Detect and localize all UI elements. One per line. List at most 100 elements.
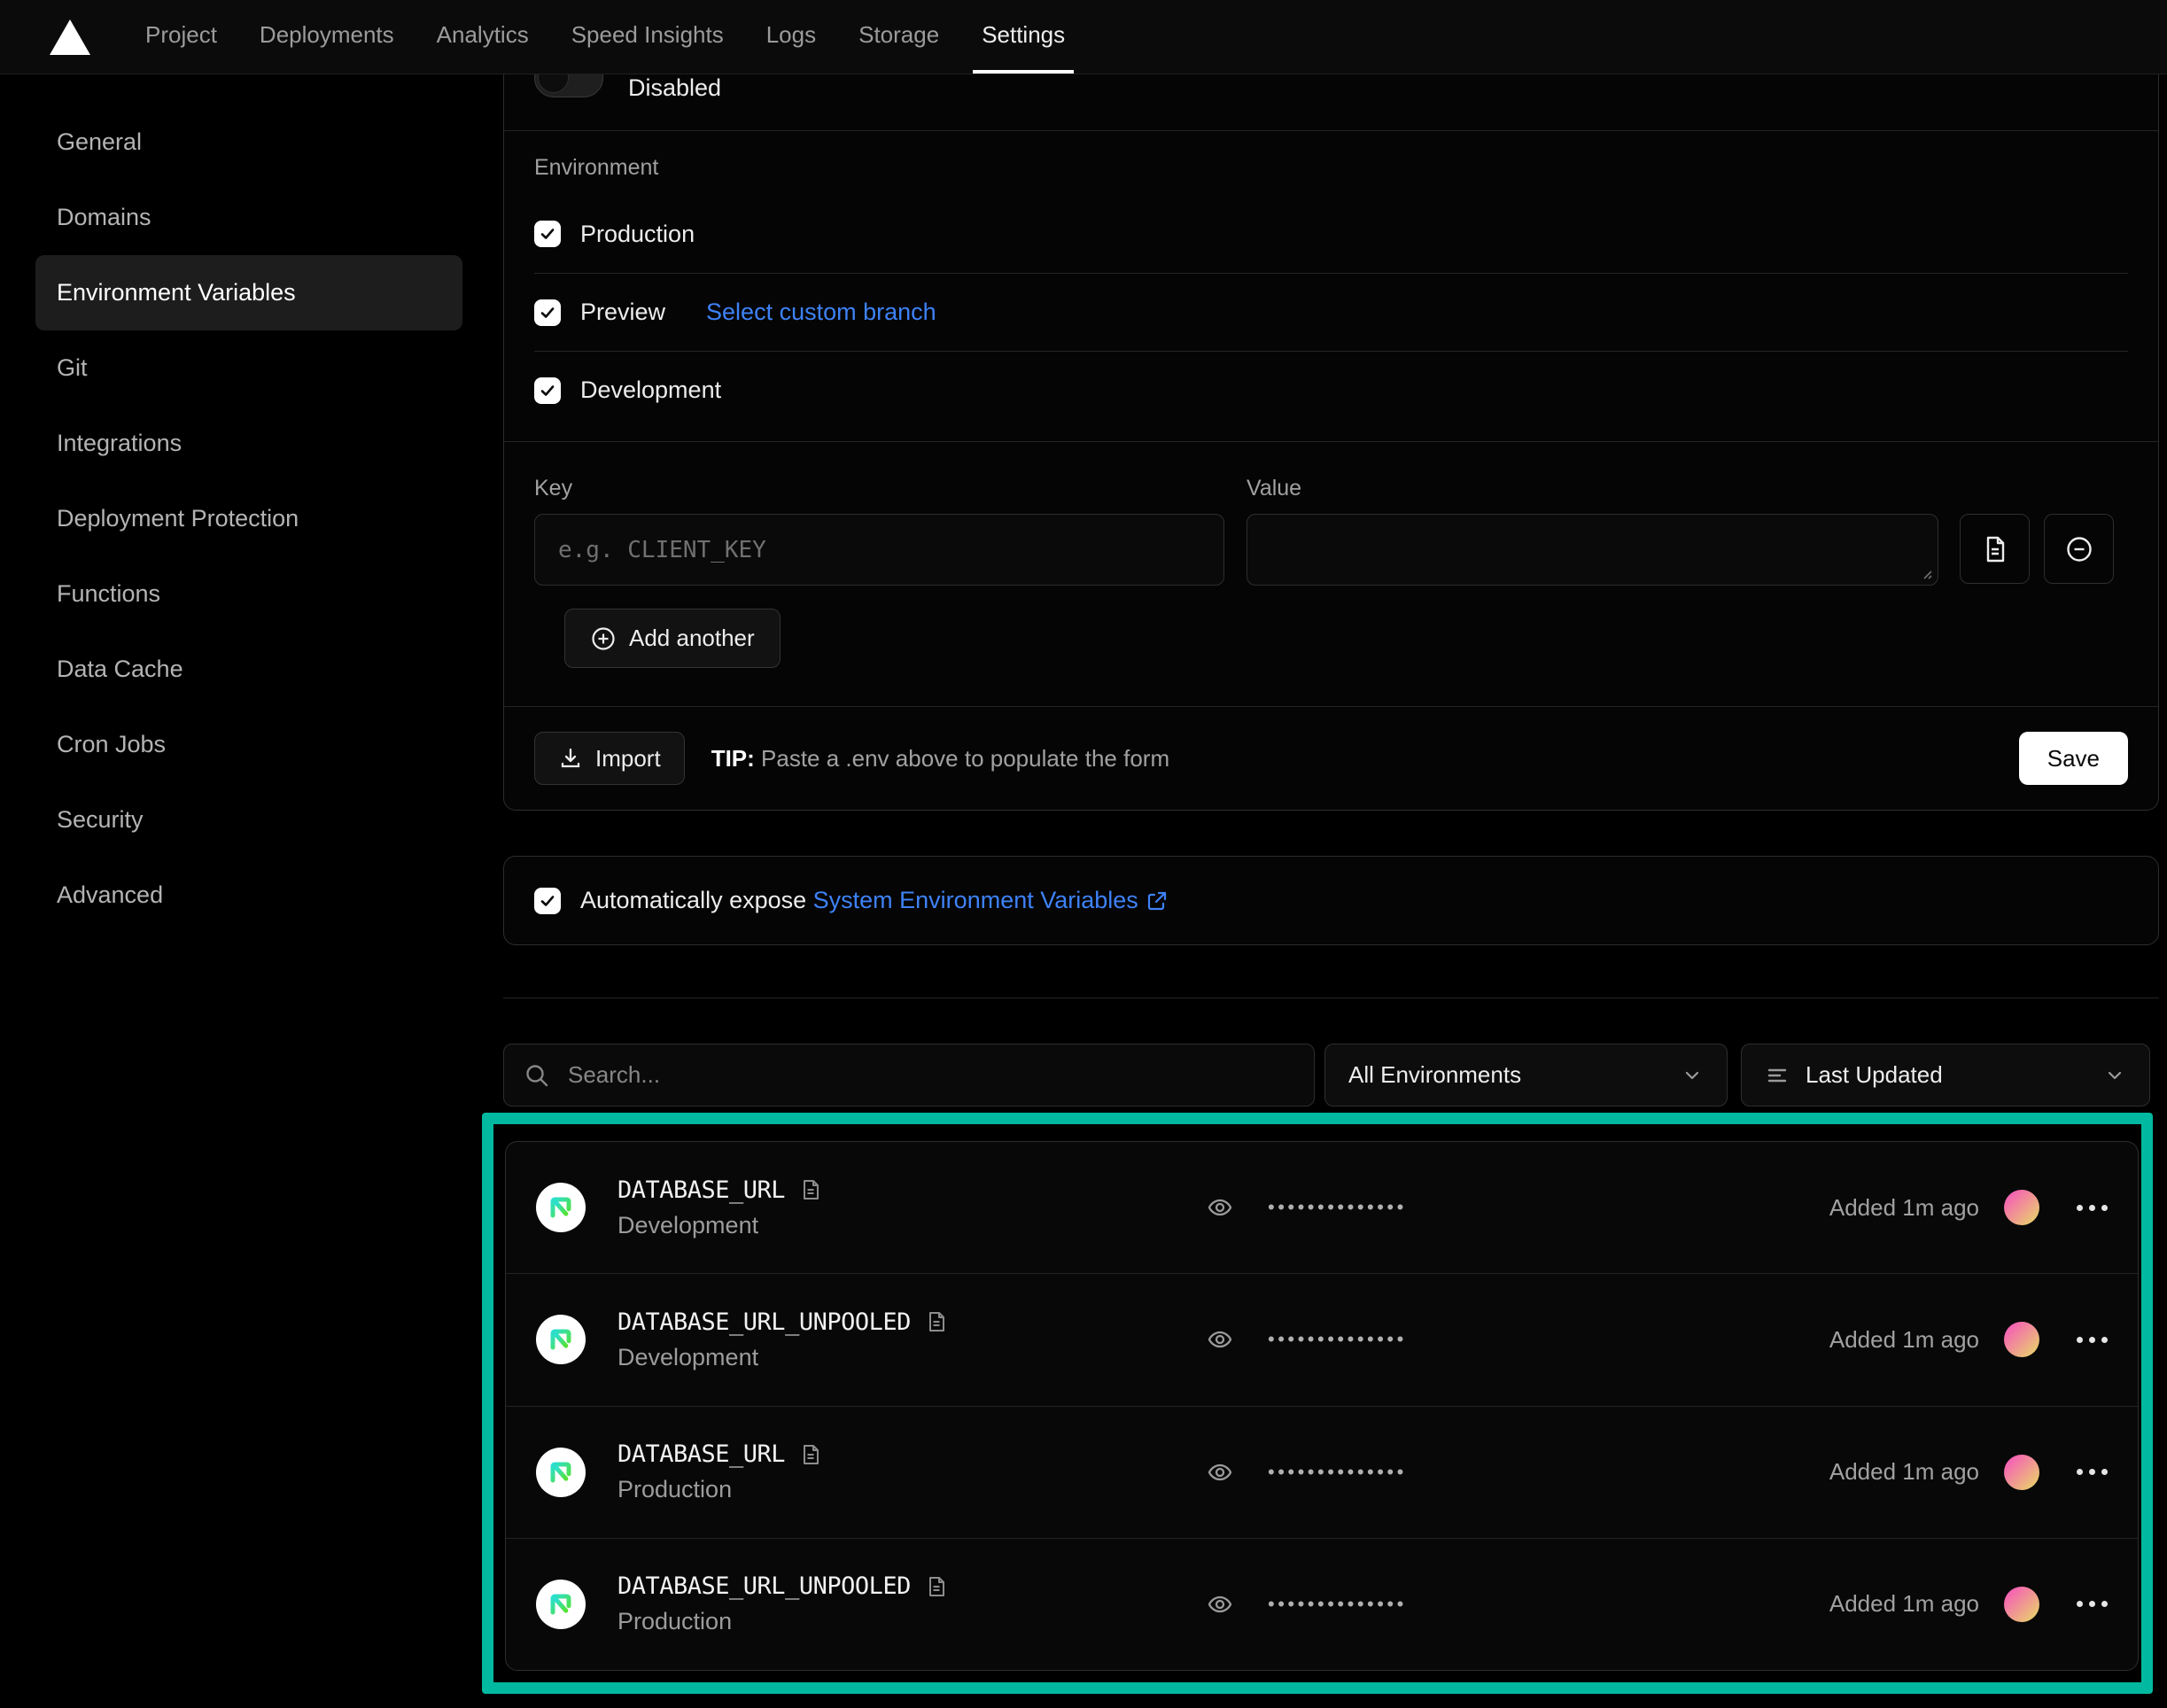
import-label: Import [595,745,661,772]
env-var-row[interactable]: DATABASE_URL_UNPOOLED Development ••••••… [506,1273,2138,1405]
tip-text: TIP: Paste a .env above to populate the … [711,745,1169,772]
download-icon [558,746,583,771]
sidebar-item-functions[interactable]: Functions [35,556,462,632]
sidebar-item-general[interactable]: General [35,105,462,180]
nav-tab-speed-insights[interactable]: Speed Insights [563,0,733,74]
sidebar-item-data-cache[interactable]: Data Cache [35,632,462,707]
sort-value: Last Updated [1806,1061,1943,1089]
masked-value: •••••••••••••• [1206,1325,1407,1354]
file-text-icon[interactable] [799,1178,822,1201]
eye-icon[interactable] [1206,1458,1234,1487]
check-icon [539,892,556,910]
environment-checkbox[interactable] [534,221,561,247]
select-custom-branch-link[interactable]: Select custom branch [706,299,936,326]
nav-tab-analytics[interactable]: Analytics [428,0,538,74]
neon-integration-avatar [536,1580,586,1629]
env-var-names: DATABASE_URL_UNPOOLED Production [617,1572,1206,1635]
neon-logo-icon [545,1324,577,1355]
expose-checkbox[interactable] [534,888,561,914]
sort-dropdown[interactable]: Last Updated [1741,1044,2150,1106]
environment-checkbox-row: Development [534,351,2128,429]
sidebar-item-deployment-protection[interactable]: Deployment Protection [35,481,462,556]
masked-value: •••••••••••••• [1206,1193,1407,1222]
nav-tab-storage[interactable]: Storage [850,0,948,74]
env-var-form-panel: Disabled Environment Production Preview … [503,74,2159,811]
sidebar-item-git[interactable]: Git [35,330,462,406]
save-button[interactable]: Save [2019,732,2128,785]
env-var-row[interactable]: DATABASE_URL_UNPOOLED Production •••••••… [506,1538,2138,1670]
sidebar-item-cron-jobs[interactable]: Cron Jobs [35,707,462,782]
sidebar-item-domains[interactable]: Domains [35,180,462,255]
row-menu-ellipsis-icon[interactable] [2077,1469,2108,1475]
environment-checkbox-label: Preview [580,299,665,326]
key-input[interactable] [534,514,1224,586]
add-another-button[interactable]: Add another [564,609,781,668]
row-menu-ellipsis-icon[interactable] [2077,1337,2108,1343]
chevron-down-icon [2103,1064,2126,1087]
user-avatar[interactable] [2004,1190,2039,1225]
nav-tab-logs[interactable]: Logs [757,0,825,74]
nav-tab-settings[interactable]: Settings [973,0,1074,74]
user-avatar[interactable] [2004,1455,2039,1490]
sidebar-item-advanced[interactable]: Advanced [35,858,462,933]
settings-sidebar: GeneralDomainsEnvironment VariablesGitIn… [35,105,462,933]
environment-filter-value: All Environments [1348,1061,1521,1089]
value-input[interactable] [1247,515,1938,585]
added-time: Added 1m ago [1829,1194,1979,1222]
form-footer: Import TIP: Paste a .env above to popula… [504,706,2158,810]
eye-icon[interactable] [1206,1590,1234,1619]
remove-row-button[interactable] [2044,514,2114,584]
file-text-icon[interactable] [925,1310,948,1333]
eye-icon[interactable] [1206,1193,1234,1222]
row-menu-ellipsis-icon[interactable] [2077,1601,2108,1607]
row-meta: Added 1m ago [1829,1455,2108,1490]
sort-lines-icon [1765,1063,1790,1088]
masked-value: •••••••••••••• [1206,1590,1407,1619]
env-var-name: DATABASE_URL [617,1176,785,1204]
import-button[interactable]: Import [534,732,685,785]
environment-filter-dropdown[interactable]: All Environments [1324,1044,1728,1106]
sidebar-item-security[interactable]: Security [35,782,462,858]
vercel-triangle-icon [50,19,90,55]
vercel-logo[interactable] [50,0,90,74]
external-link-icon [1146,889,1169,912]
added-time: Added 1m ago [1829,1326,1979,1354]
env-var-environment: Production [617,1476,1206,1503]
env-var-name: DATABASE_URL_UNPOOLED [617,1572,911,1600]
file-text-icon[interactable] [799,1443,822,1466]
expose-text: Automatically expose System Environment … [580,887,1169,914]
row-menu-ellipsis-icon[interactable] [2077,1205,2108,1211]
file-text-icon[interactable] [925,1575,948,1598]
environment-label: Environment [534,154,2128,181]
env-var-names: DATABASE_URL Production [617,1440,1206,1503]
value-input-box [1247,514,1938,586]
environment-checkbox-label: Production [580,221,695,248]
disabled-toggle[interactable] [534,74,603,97]
environment-checkbox[interactable] [534,299,561,326]
key-label: Key [534,476,1247,501]
toggle-row: Disabled [504,74,2158,131]
user-avatar[interactable] [2004,1587,2039,1622]
check-icon [539,225,556,243]
nav-tab-deployments[interactable]: Deployments [251,0,403,74]
sidebar-item-environment-variables[interactable]: Environment Variables [35,255,462,330]
environment-checkbox[interactable] [534,377,561,404]
env-var-environment: Development [617,1212,1206,1239]
user-avatar[interactable] [2004,1322,2039,1357]
nav-tab-project[interactable]: Project [136,0,226,74]
search-input[interactable] [566,1060,1294,1090]
env-var-row[interactable]: DATABASE_URL Production •••••••••••••• A… [506,1406,2138,1538]
env-var-names: DATABASE_URL_UNPOOLED Development [617,1308,1206,1371]
plus-circle-icon [590,625,617,652]
system-env-vars-link[interactable]: System Environment Variables [813,887,1169,914]
sidebar-item-integrations[interactable]: Integrations [35,406,462,481]
added-time: Added 1m ago [1829,1458,1979,1486]
eye-icon[interactable] [1206,1325,1234,1354]
expose-panel: Automatically expose System Environment … [503,856,2159,945]
resize-grip-icon[interactable] [1919,566,1933,580]
paste-env-button[interactable] [1960,514,2030,584]
nav-tabs: Project Deployments Analytics Speed Insight… [136,0,1099,74]
env-var-row[interactable]: DATABASE_URL Development •••••••••••••• … [506,1142,2138,1273]
add-another-label: Add another [629,625,755,652]
env-var-name: DATABASE_URL [617,1440,785,1468]
